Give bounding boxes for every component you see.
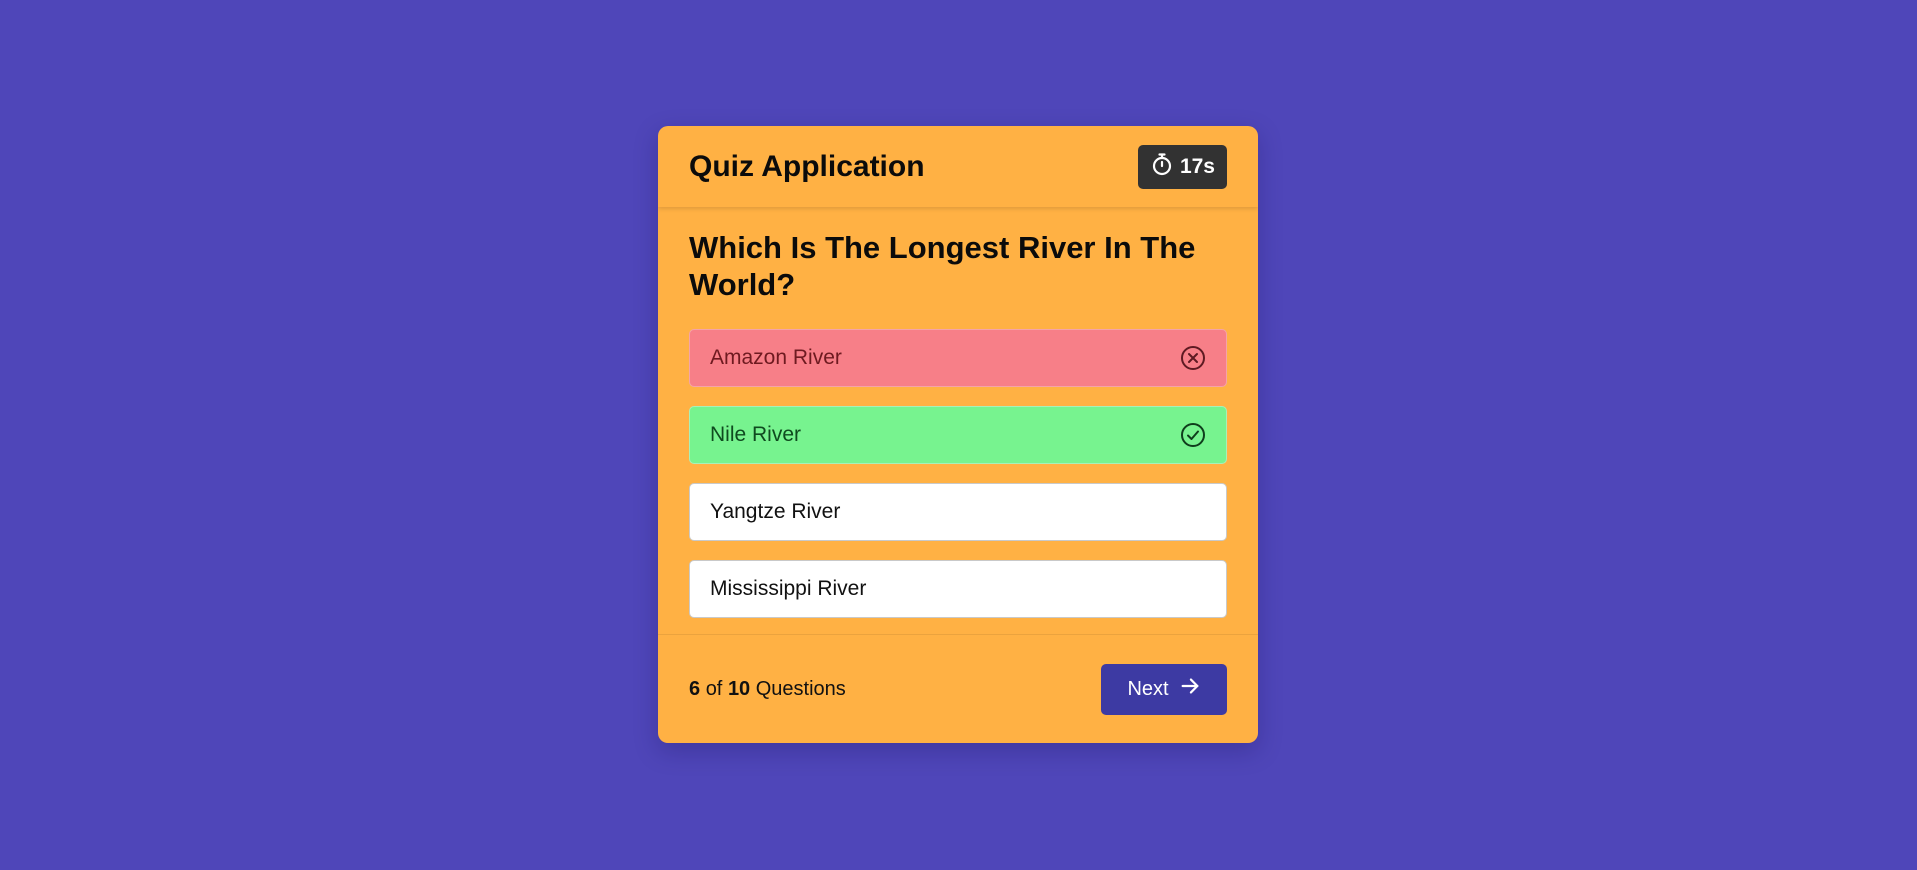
options-list: Amazon River Nile River Yangtze River Mi… (689, 329, 1227, 618)
next-button-label: Next (1127, 677, 1169, 700)
option-label: Nile River (710, 423, 802, 446)
quiz-card: Quiz Application 17s Which Is The Longes… (658, 126, 1258, 743)
card-footer: 6 of 10 Questions Next (658, 635, 1258, 743)
question-text: Which Is The Longest River In The World? (689, 230, 1196, 302)
option-mississippi-river[interactable]: Mississippi River (689, 560, 1227, 618)
arrow-right-icon (1179, 675, 1201, 703)
next-button[interactable]: Next (1101, 663, 1227, 715)
option-label: Mississippi River (710, 577, 867, 600)
question-section: Which Is The Longest River In The World?… (658, 207, 1258, 635)
check-circle-icon (1179, 421, 1207, 449)
x-circle-icon (1179, 344, 1207, 372)
of-text: of (705, 677, 723, 700)
timer-badge: 17s (1137, 144, 1227, 189)
question-progress: 6 of 10 Questions (689, 678, 846, 701)
card-header: Quiz Application 17s (658, 126, 1258, 207)
questions-text: Questions (755, 677, 846, 700)
option-label: Yangtze River (710, 500, 841, 523)
option-yangtze-river[interactable]: Yangtze River (689, 483, 1227, 541)
option-label: Amazon River (710, 346, 842, 369)
timer-value: 17s (1179, 154, 1215, 178)
option-amazon-river[interactable]: Amazon River (689, 329, 1227, 387)
app-title: Quiz Application (689, 149, 925, 183)
current-question-number: 6 (689, 677, 701, 700)
total-question-count: 10 (727, 677, 751, 700)
option-nile-river[interactable]: Nile River (689, 406, 1227, 464)
stopwatch-icon (1150, 152, 1174, 182)
